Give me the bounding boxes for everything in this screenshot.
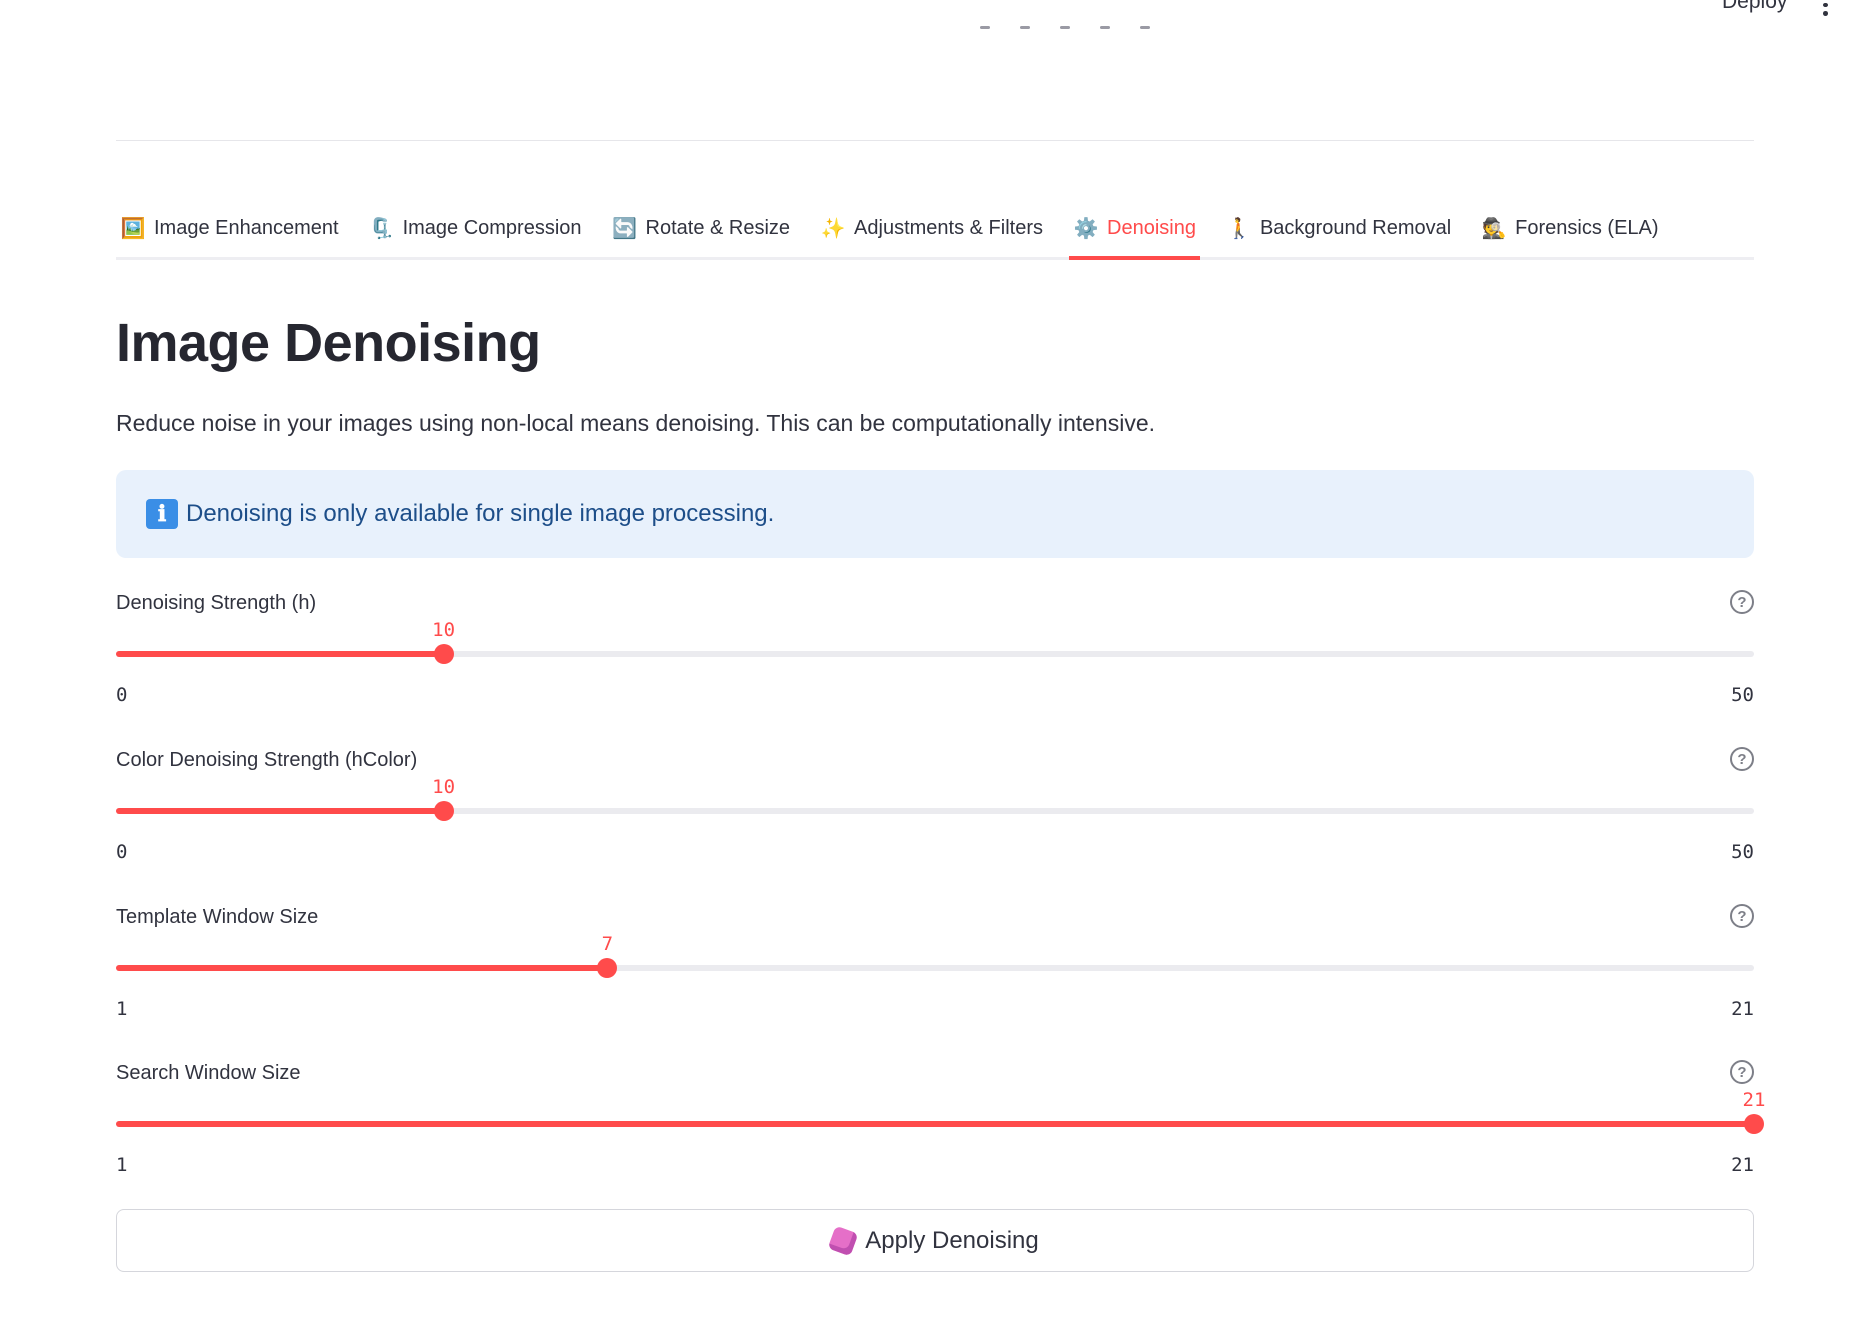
tab-denoising[interactable]: ⚙️ Denoising xyxy=(1069,200,1200,260)
apply-denoising-button[interactable]: Apply Denoising xyxy=(116,1209,1754,1272)
slider-label: Color Denoising Strength (hColor) xyxy=(116,749,418,771)
slider-thumb[interactable] xyxy=(1744,1114,1764,1134)
tab-label: Background Removal xyxy=(1259,217,1452,239)
slider-value: 21 xyxy=(1742,1089,1766,1111)
slider-color-denoising-strength: Color Denoising Strength (hColor) ? 10 0… xyxy=(116,747,1754,879)
sparkles-icon: ✨ xyxy=(820,218,846,240)
app-title-fragment xyxy=(980,26,1170,42)
slider-label: Search Window Size xyxy=(116,1062,301,1084)
slider-fill xyxy=(116,1121,1754,1127)
slider-max: 50 xyxy=(1731,684,1754,706)
tab-label: Image Enhancement xyxy=(154,217,339,239)
slider-value: 10 xyxy=(432,776,456,798)
slider-control[interactable]: 10 xyxy=(116,776,1754,839)
framed-picture-icon: 🖼️ xyxy=(120,218,146,240)
page-description: Reduce noise in your images using non-lo… xyxy=(116,410,1156,436)
slider-thumb[interactable] xyxy=(433,801,454,821)
clamp-icon: 🗜️ xyxy=(369,218,395,240)
tab-image-compression[interactable]: 🗜️ Image Compression xyxy=(365,200,586,257)
apply-button-label: Apply Denoising xyxy=(865,1226,1039,1254)
rotate-icon: 🔄 xyxy=(612,218,637,240)
tab-label: Denoising xyxy=(1107,217,1196,239)
slider-search-window-size: Search Window Size ? 21 1 21 xyxy=(116,1060,1765,1192)
info-text: Denoising is only available for single i… xyxy=(186,500,775,527)
help-icon[interactable]: ? xyxy=(1730,590,1754,614)
slider-control[interactable]: 7 xyxy=(116,933,1754,996)
slider-label: Template Window Size xyxy=(116,906,319,928)
slider-fill xyxy=(116,965,608,971)
deploy-button[interactable]: Deploy xyxy=(1722,0,1787,14)
top-bar: Deploy xyxy=(0,0,1861,20)
slider-control[interactable]: 21 xyxy=(116,1089,1765,1152)
tab-bar: 🖼️ Image Enhancement 🗜️ Image Compressio… xyxy=(116,200,1754,260)
slider-control[interactable]: 10 xyxy=(116,619,1754,682)
gear-icon: ⚙️ xyxy=(1073,218,1099,240)
tab-label: Forensics (ELA) xyxy=(1515,217,1659,239)
slider-min: 1 xyxy=(116,998,128,1020)
detective-icon: 🕵️ xyxy=(1481,218,1507,240)
slider-template-window-size: Template Window Size ? 7 1 21 xyxy=(116,904,1754,1036)
slider-value: 10 xyxy=(432,619,456,641)
help-icon[interactable]: ? xyxy=(1730,904,1754,928)
tab-image-enhancement[interactable]: 🖼️ Image Enhancement xyxy=(116,200,343,257)
slider-max: 21 xyxy=(1731,998,1754,1020)
slider-min: 1 xyxy=(116,1154,128,1176)
help-icon[interactable]: ? xyxy=(1730,747,1754,771)
tab-background-removal[interactable]: 🚶 Background Removal xyxy=(1222,200,1455,257)
tab-label: Rotate & Resize xyxy=(645,217,791,239)
info-alert: ℹ Denoising is only available for single… xyxy=(116,470,1754,558)
help-icon[interactable]: ? xyxy=(1730,1060,1754,1084)
slider-min: 0 xyxy=(116,841,128,863)
slider-max: 21 xyxy=(1731,1154,1754,1176)
tab-label: Adjustments & Filters xyxy=(854,217,1043,239)
tab-forensics-ela[interactable]: 🕵️ Forensics (ELA) xyxy=(1477,200,1662,257)
info-icon: ℹ xyxy=(146,499,178,529)
tab-rotate-resize[interactable]: 🔄 Rotate & Resize xyxy=(608,200,795,257)
slider-thumb[interactable] xyxy=(597,958,618,978)
slider-thumb[interactable] xyxy=(433,644,454,664)
header-divider xyxy=(116,140,1754,141)
slider-max: 50 xyxy=(1731,841,1754,863)
more-vertical-icon[interactable] xyxy=(1820,0,1830,16)
tab-label: Image Compression xyxy=(402,217,582,239)
slider-denoising-strength: Denoising Strength (h) ? 10 0 50 xyxy=(116,590,1754,722)
slider-min: 0 xyxy=(116,684,128,706)
tab-adjustments-filters[interactable]: ✨ Adjustments & Filters xyxy=(816,200,1047,257)
slider-label: Denoising Strength (h) xyxy=(116,592,317,614)
slider-fill xyxy=(116,808,444,814)
slider-value: 7 xyxy=(601,933,614,955)
page-title: Image Denoising xyxy=(116,313,541,373)
gem-icon xyxy=(827,1225,859,1256)
walking-person-icon: 🚶 xyxy=(1226,218,1252,240)
slider-fill xyxy=(116,651,444,657)
